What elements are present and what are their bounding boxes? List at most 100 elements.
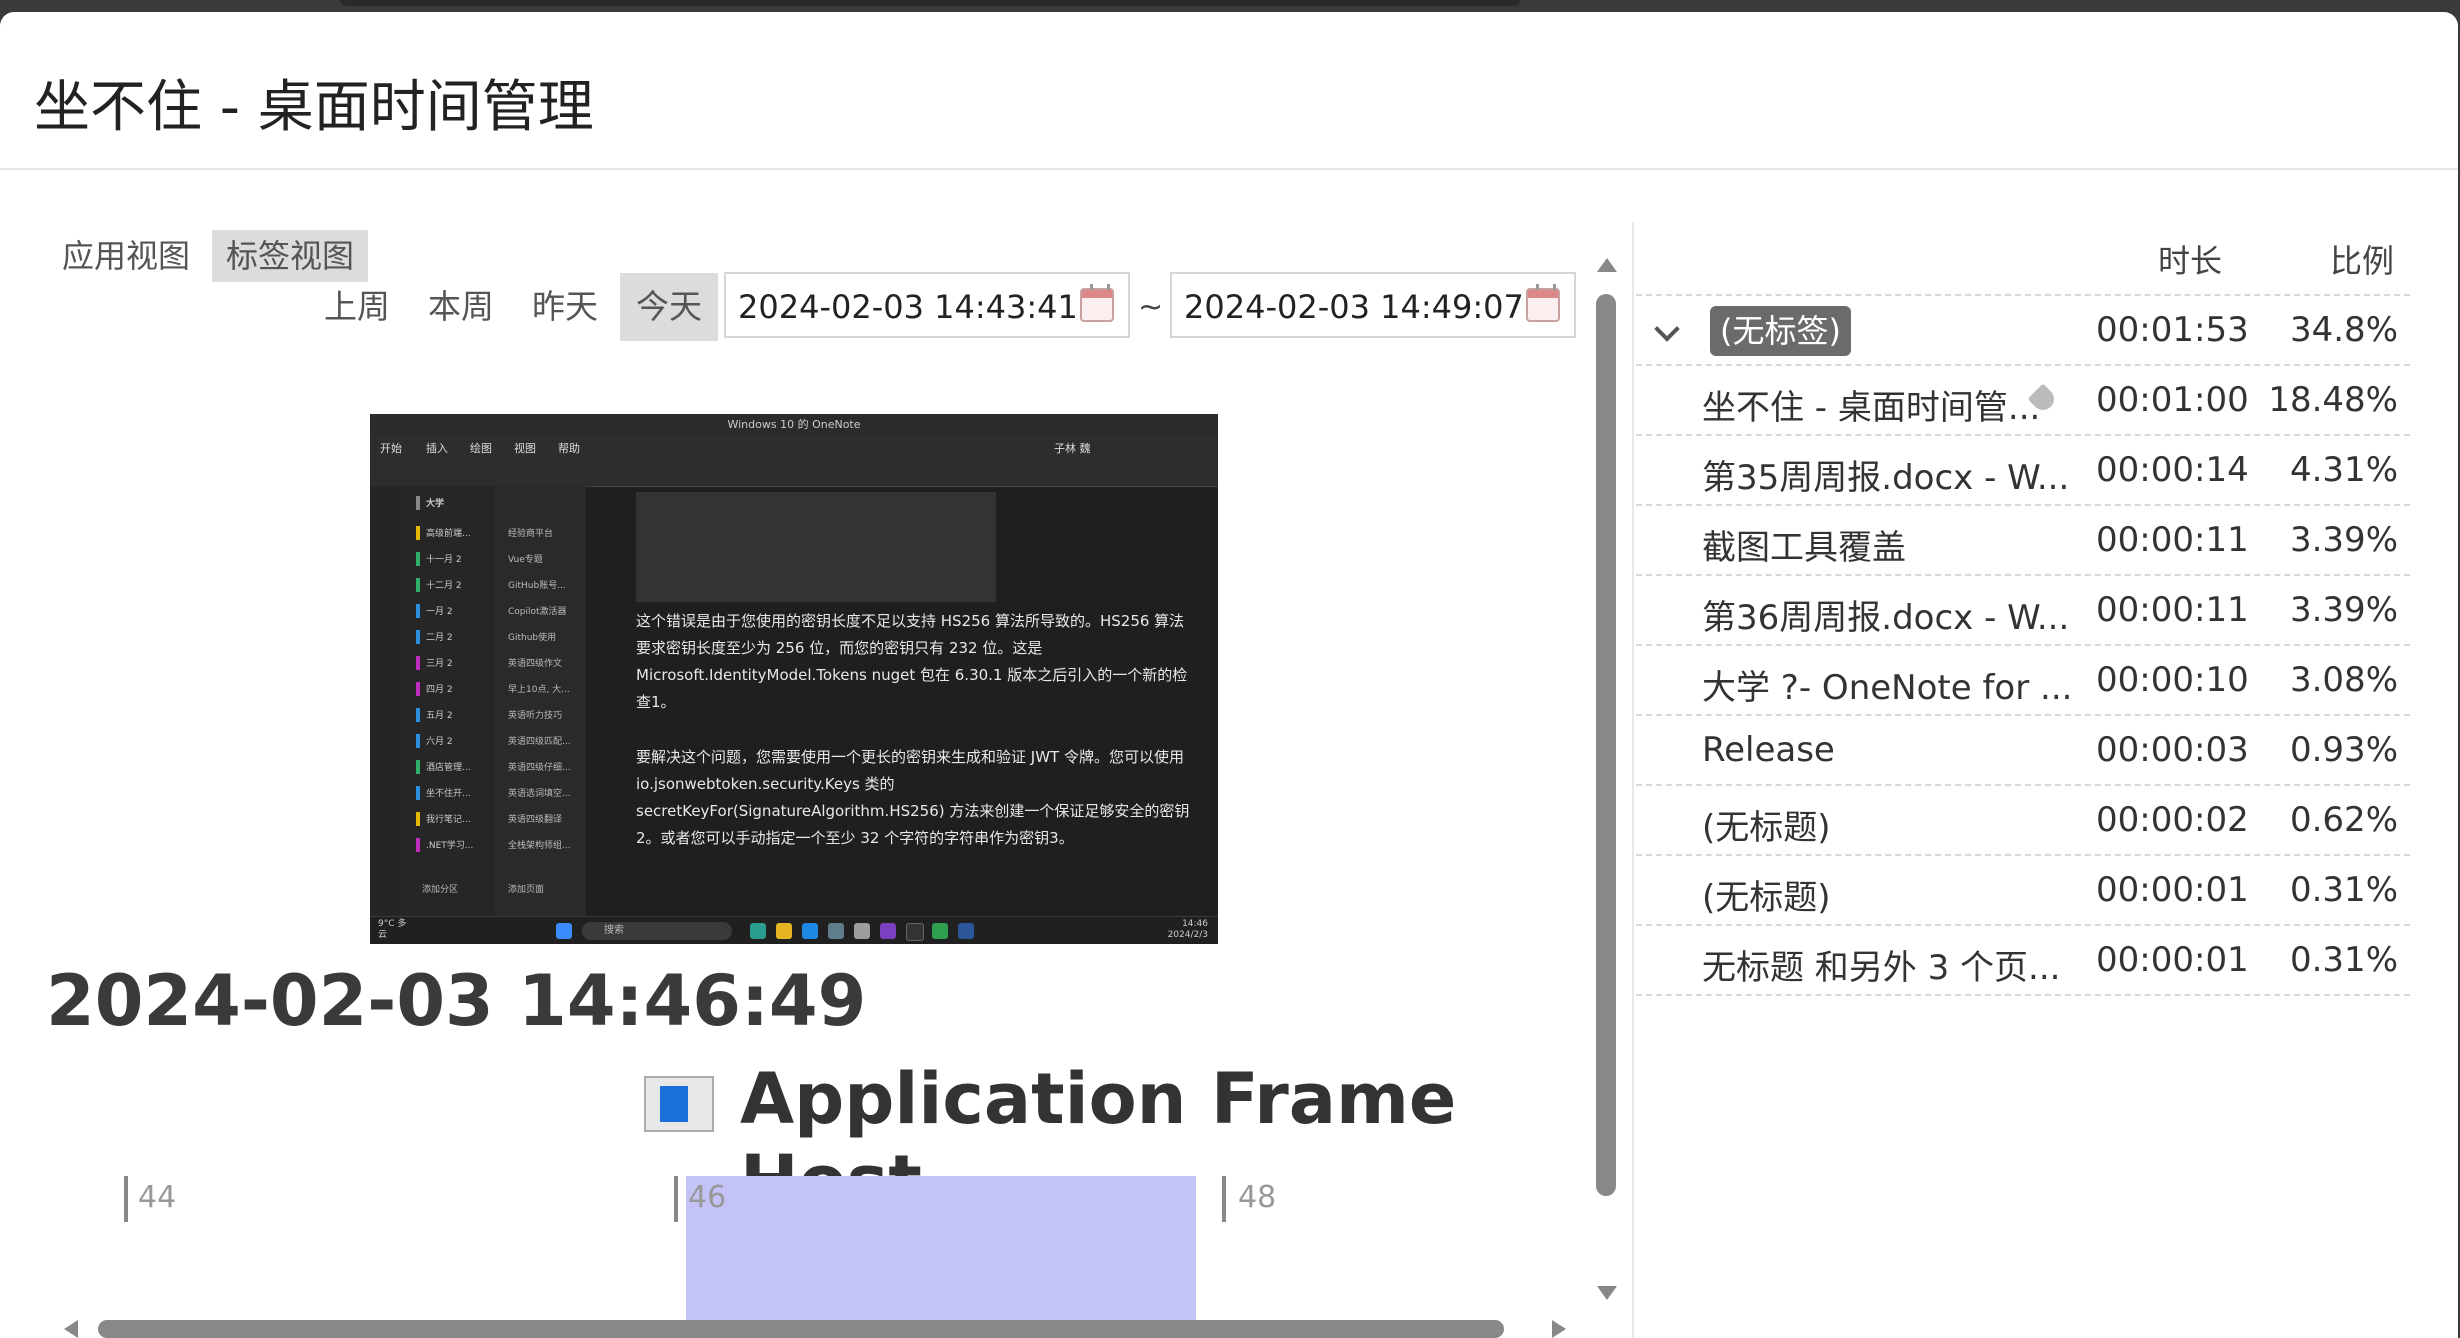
row-duration: 00:00:11	[2096, 590, 2249, 630]
start-date-input[interactable]: 2024-02-03 14:43:41	[724, 272, 1130, 338]
table-row[interactable]: 大学 ?- OneNote for ... 00:00:10 3.08%	[1636, 644, 2410, 714]
detail-timestamp: 2024-02-03 14:46:49	[46, 960, 867, 1042]
preview-page: Github使用	[508, 633, 557, 643]
screenshot-preview: Windows 10 的 OneNote 开始 插入 绘图 视图 帮助 子林 魏…	[370, 414, 1218, 944]
row-duration: 00:00:10	[2096, 660, 2249, 700]
horizontal-scrollbar-track[interactable]	[48, 1318, 1578, 1338]
this-week-button[interactable]: 本周	[412, 273, 510, 341]
preview-section: 六月 2	[416, 734, 486, 748]
chevron-down-icon[interactable]	[1654, 316, 1680, 342]
today-button[interactable]: 今天	[620, 273, 718, 341]
preview-window-title: Windows 10 的 OneNote	[370, 414, 1218, 436]
app-icon	[906, 923, 924, 941]
preview-ribbon-tab: 插入	[426, 442, 448, 455]
scroll-up-arrow-icon[interactable]	[1597, 258, 1617, 272]
timeline-tick-label: 48	[1238, 1180, 1277, 1215]
preview-add-section: 添加分区	[422, 885, 459, 895]
preview-ribbon: 开始 插入 绘图 视图 帮助 子林 魏	[370, 436, 1218, 487]
edge-icon	[750, 923, 766, 939]
calendar-icon[interactable]	[1526, 284, 1560, 322]
preview-page: 英语四级作文	[508, 659, 563, 669]
row-ratio: 0.31%	[2289, 940, 2398, 980]
preview-section: 一月 2	[416, 604, 486, 618]
preview-page: GitHub账号...	[508, 581, 566, 591]
row-duration: 00:01:00	[2096, 380, 2249, 420]
table-row[interactable]: 坐不住 - 桌面时间管... 00:01:00 18.48%	[1636, 364, 2410, 434]
scroll-left-arrow-icon[interactable]	[64, 1320, 78, 1338]
preview-time: 14:46	[1182, 919, 1208, 929]
preview-section: 四月 2	[416, 682, 486, 696]
preview-clock: 14:46 2024/2/3	[1168, 919, 1208, 941]
row-duration: 00:00:01	[2096, 870, 2249, 910]
row-duration: 00:00:03	[2096, 730, 2249, 770]
row-ratio: 0.62%	[2289, 800, 2398, 840]
row-ratio: 3.08%	[2289, 660, 2398, 700]
row-name: 坐不住 - 桌面时间管...	[1702, 388, 2041, 428]
preview-section: 十二月 2	[416, 578, 486, 592]
preview-page: 英语听力技巧	[508, 711, 563, 721]
application-window-icon	[644, 1076, 714, 1132]
scroll-down-arrow-icon[interactable]	[1597, 1286, 1617, 1300]
preview-notebook-name: 大学	[416, 496, 486, 510]
row-ratio: 3.39%	[2289, 520, 2398, 560]
row-duration: 00:00:02	[2096, 800, 2249, 840]
preview-page: 全栈架构师组...	[508, 841, 571, 851]
range-separator: ~	[1138, 290, 1164, 325]
preview-section-list: 大学 高级前端... 十一月 2 十二月 2 一月 2 二月 2 三月 2 四月…	[404, 486, 494, 916]
row-ratio: 3.39%	[2289, 590, 2398, 630]
yesterday-button[interactable]: 昨天	[516, 273, 614, 341]
row-name: (无标题)	[1702, 878, 1831, 918]
row-ratio: 4.31%	[2289, 450, 2398, 490]
table-row[interactable]: 截图工具覆盖 00:00:11 3.39%	[1636, 504, 2410, 574]
table-end-divider	[1636, 994, 2410, 996]
windows-start-icon	[556, 923, 572, 939]
vertical-scrollbar[interactable]	[1596, 294, 1616, 1196]
vscode-icon	[802, 923, 818, 939]
tab-app-view[interactable]: 应用视图	[48, 230, 204, 282]
folder-icon	[776, 923, 792, 939]
row-name: 截图工具覆盖	[1702, 528, 1906, 568]
timeline-activity-bar[interactable]	[686, 1176, 1196, 1322]
preview-section: 坐不住开...	[416, 786, 486, 800]
table-row[interactable]: 无标题 和另外 3 个页... 00:00:01 0.31%	[1636, 924, 2410, 994]
table-row[interactable]: Release 00:00:03 0.93%	[1636, 714, 2410, 784]
onenote-icon	[880, 923, 896, 939]
preview-section: .NET学习...	[416, 838, 486, 852]
start-date-value: 2024-02-03 14:43:41	[738, 288, 1078, 326]
preview-section: 五月 2	[416, 708, 486, 722]
preview-page-content: 这个错误是由于您使用的密钥长度不足以支持 HS256 算法所导致的。HS256 …	[630, 486, 1190, 916]
app-icon	[932, 923, 948, 939]
app-icon	[828, 923, 844, 939]
table-row[interactable]: (无标题) 00:00:02 0.62%	[1636, 784, 2410, 854]
preview-date: 2024/2/3	[1167, 930, 1208, 940]
table-row[interactable]: (无标题) 00:00:01 0.31%	[1636, 854, 2410, 924]
timeline-tick-label: 44	[138, 1180, 177, 1215]
end-date-input[interactable]: 2024-02-03 14:49:07	[1170, 272, 1576, 338]
table-row[interactable]: 第35周周报.docx - W... 00:00:14 4.31%	[1636, 434, 2410, 504]
row-ratio: 0.31%	[2289, 870, 2398, 910]
window-drag-handle[interactable]	[340, 0, 1520, 6]
preview-user: 子林 魏	[1054, 442, 1091, 455]
row-duration: 00:00:14	[2096, 450, 2249, 490]
end-date-value: 2024-02-03 14:49:07	[1184, 288, 1524, 326]
scroll-right-arrow-icon[interactable]	[1552, 1320, 1566, 1338]
tag-group-row[interactable]: (无标签) 00:01:53 34.8%	[1636, 294, 2410, 364]
preview-paragraph: 要解决这个问题，您需要使用一个更长的密钥来生成和验证 JWT 令牌。您可以使用 …	[636, 748, 1190, 847]
horizontal-scrollbar[interactable]	[98, 1320, 1504, 1338]
table-row[interactable]: 第36周周报.docx - W... 00:00:11 3.39%	[1636, 574, 2410, 644]
tag-badge: (无标签)	[1710, 306, 1851, 356]
row-name: 第35周周报.docx - W...	[1702, 458, 2070, 498]
row-ratio: 34.8%	[2289, 310, 2398, 350]
timeline-tick-label: 46	[688, 1180, 727, 1215]
row-name: Release	[1702, 730, 1835, 770]
preview-ribbon-tab: 视图	[514, 442, 536, 455]
calendar-icon[interactable]	[1080, 284, 1114, 322]
preview-section: 三月 2	[416, 656, 486, 670]
last-week-button[interactable]: 上周	[308, 273, 406, 341]
preview-page: 英语选词填空...	[508, 789, 571, 799]
word-icon	[958, 923, 974, 939]
preview-section: 酒店管理...	[416, 760, 486, 774]
row-name: 大学 ?- OneNote for ...	[1702, 668, 2073, 708]
row-name: 第36周周报.docx - W...	[1702, 598, 2070, 638]
row-name: (无标题)	[1702, 808, 1831, 848]
